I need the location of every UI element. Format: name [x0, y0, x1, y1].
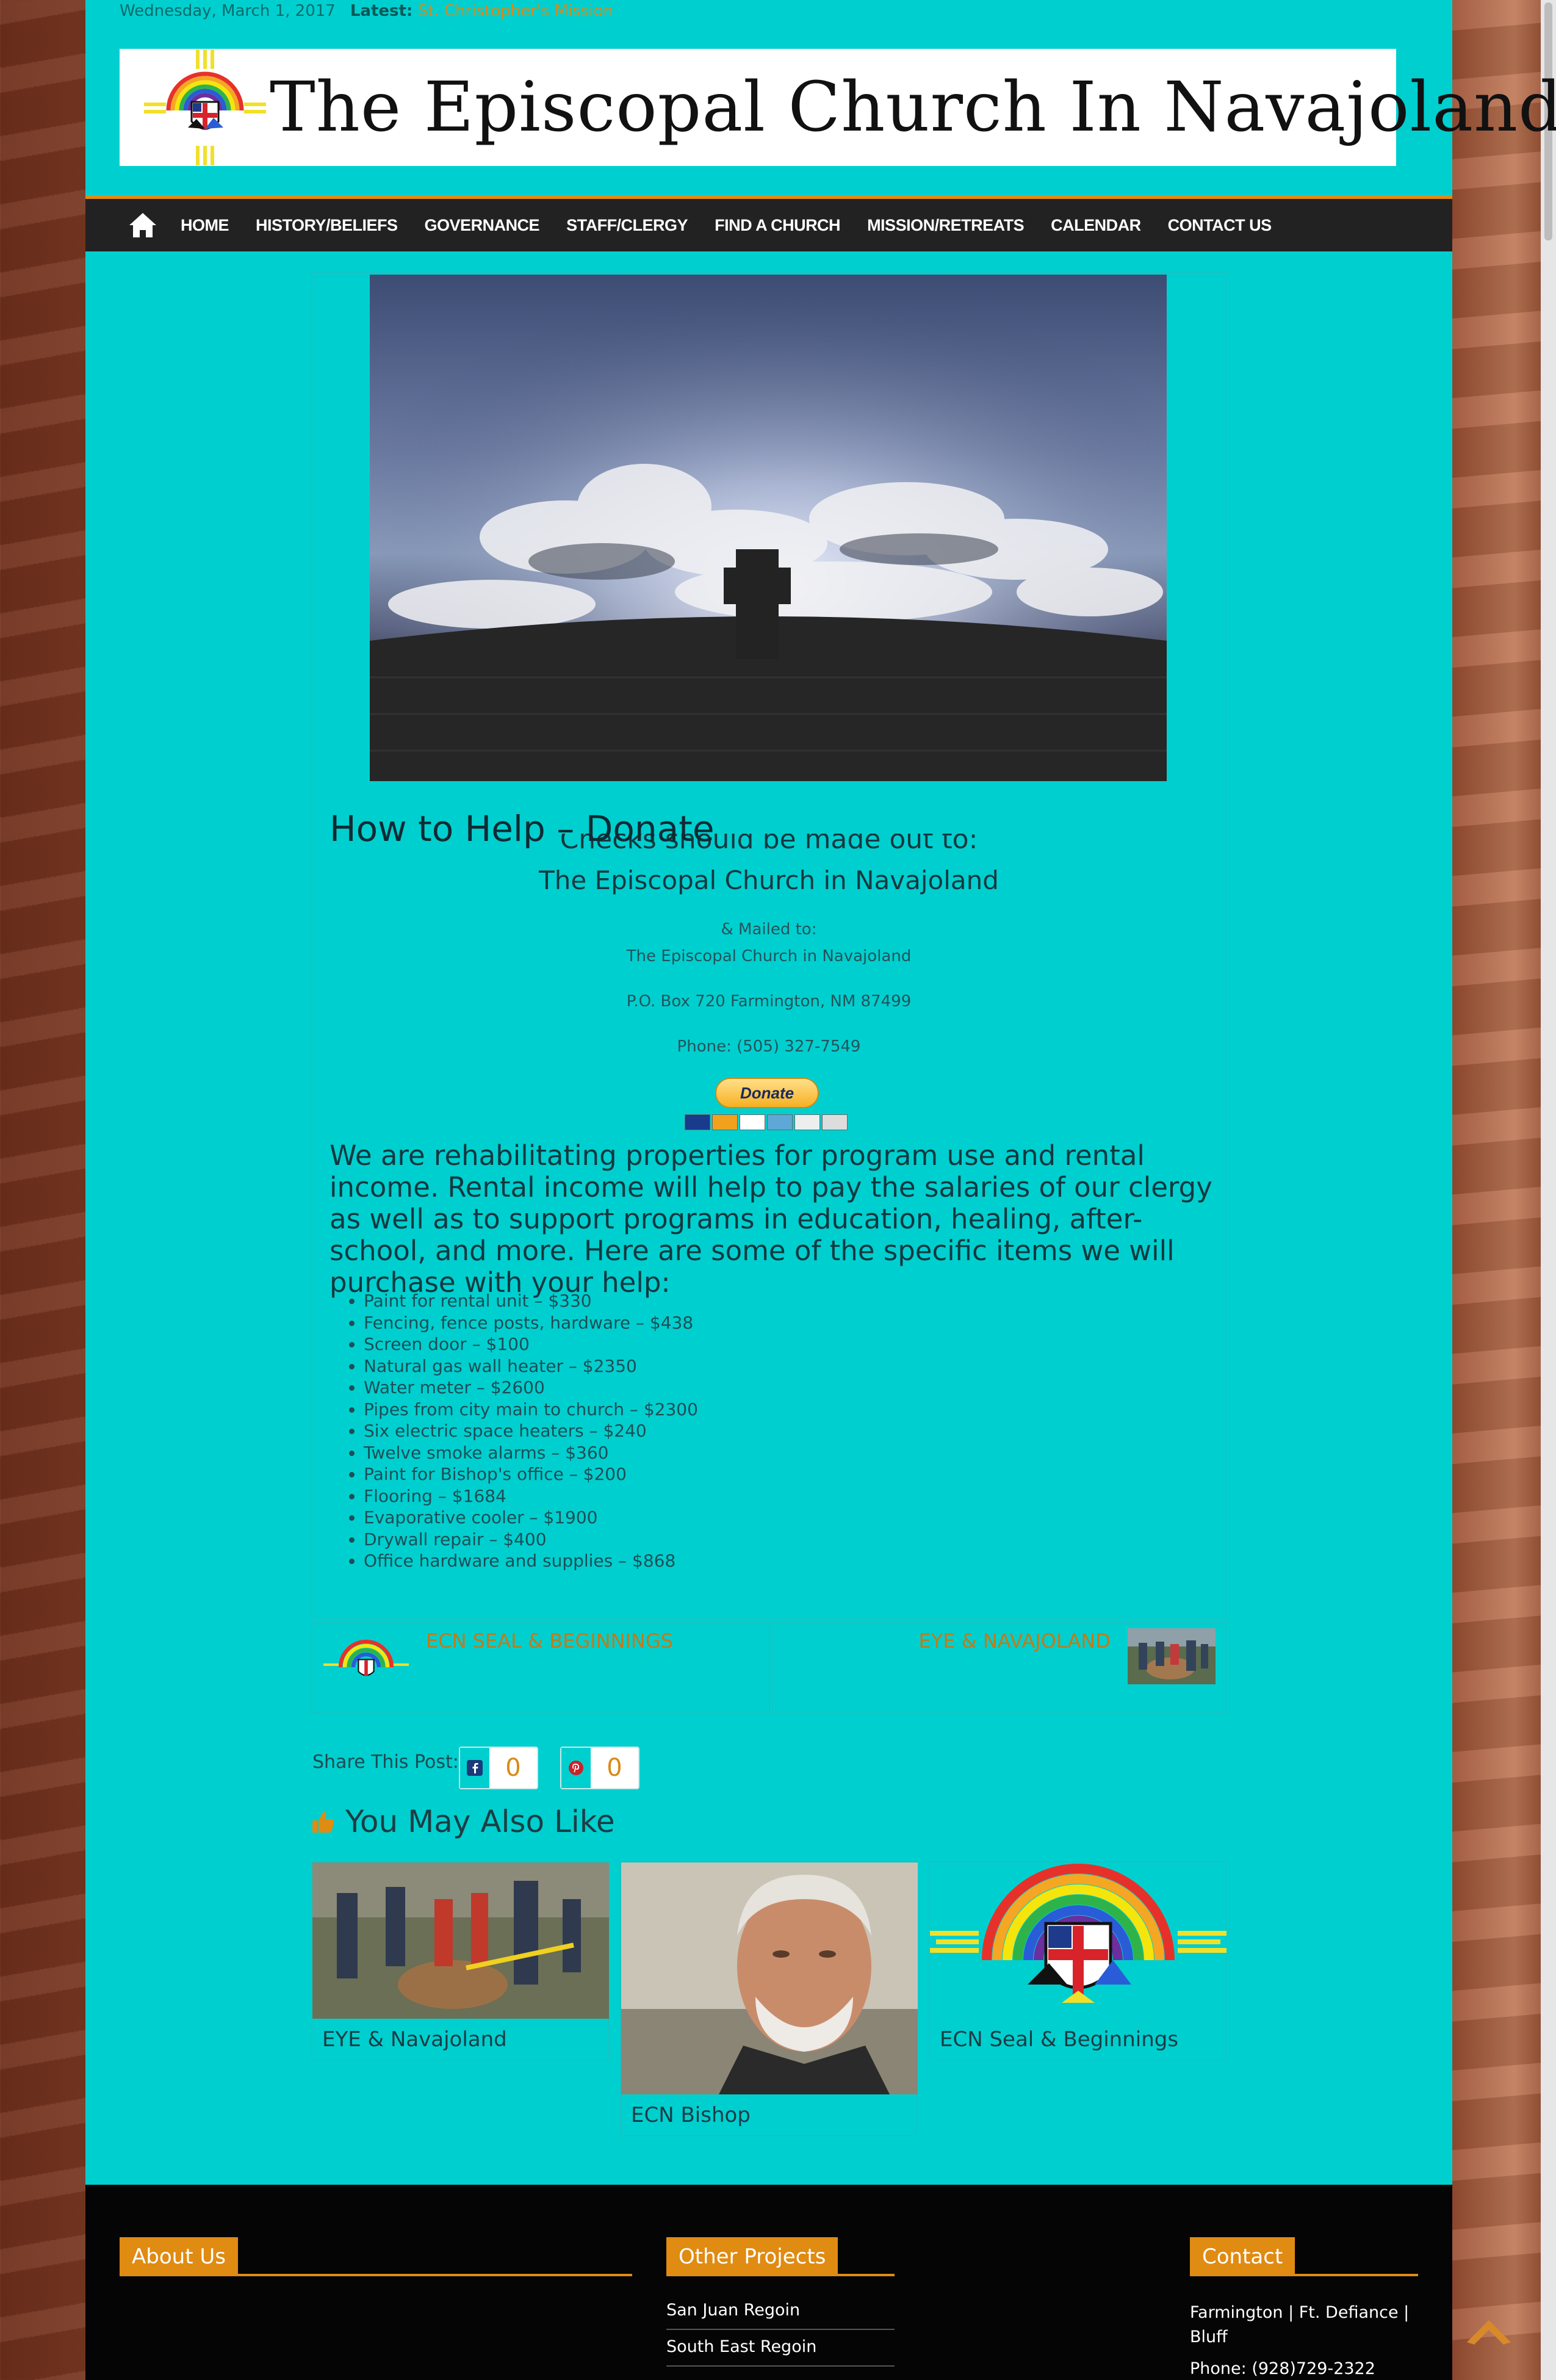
- scrollbar[interactable]: [1541, 0, 1556, 2380]
- list-item: Office hardware and supplies – $868: [364, 1550, 698, 1572]
- paypal-donate-button[interactable]: Donate: [715, 1078, 819, 1108]
- previous-post-title: ECN SEAL & BEGINNINGS: [426, 1629, 673, 1653]
- featured-image: [370, 275, 1167, 781]
- site-title: The Episcopal Church In Navajoland: [270, 68, 1556, 147]
- nav-mission-retreats[interactable]: MISSION/RETREATS: [867, 216, 1025, 235]
- footer-project-link[interactable]: San Juan Regoin: [666, 2301, 800, 2320]
- card-icon: [822, 1114, 848, 1130]
- related-post-title: EYE & Navajoland: [322, 2027, 507, 2052]
- nav-calendar[interactable]: CALENDAR: [1051, 216, 1141, 235]
- ecn-logo: [144, 49, 266, 165]
- list-item: Fencing, fence posts, hardware – $438: [364, 1312, 698, 1334]
- card-icon: [767, 1114, 793, 1130]
- list-item: Paint for rental unit – $330: [364, 1290, 698, 1312]
- donation-items-list: Paint for rental unit – $330 Fencing, fe…: [364, 1290, 698, 1572]
- related-post-image: [930, 1864, 1226, 2003]
- previous-post-link[interactable]: ECN SEAL & BEGINNINGS: [311, 1622, 770, 1714]
- pinterest-share-button[interactable]: 0: [560, 1747, 639, 1789]
- payment-cards: [685, 1114, 848, 1130]
- footer-projects-heading: Other Projects: [666, 2237, 838, 2275]
- nav-home[interactable]: HOME: [181, 216, 229, 235]
- home-icon[interactable]: [128, 212, 157, 239]
- list-item: Screen door – $100: [364, 1333, 698, 1355]
- share-label: Share This Post:: [312, 1751, 459, 1773]
- card-icon: [685, 1114, 710, 1130]
- related-post-card[interactable]: ECN Bishop: [620, 1861, 918, 2136]
- related-posts-heading: You May Also Like: [311, 1804, 615, 1839]
- facebook-share-button[interactable]: 0: [459, 1747, 538, 1789]
- nav-staff-clergy[interactable]: STAFF/CLERGY: [566, 216, 688, 235]
- ecn-seal-thumbnail: [323, 1639, 409, 1676]
- footer-contact-locations: Farmington | Ft. Defiance | Bluff: [1190, 2303, 1410, 2346]
- related-post-title: ECN Bishop: [631, 2103, 751, 2127]
- next-post-link[interactable]: EYE & NAVAJOLAND: [773, 1622, 1226, 1714]
- page-wrapper: Wednesday, March 1, 2017 Latest: St. Chr…: [85, 0, 1556, 2380]
- list-item: Water meter – $2600: [364, 1377, 698, 1399]
- card-icon: [794, 1114, 820, 1130]
- nav-governance[interactable]: GOVERNANCE: [425, 216, 540, 235]
- footer-divider: [666, 2274, 895, 2276]
- mailing-address: P.O. Box 720 Farmington, NM 87499: [626, 992, 912, 1011]
- top-bar: Wednesday, March 1, 2017 Latest: St. Chr…: [120, 0, 613, 22]
- pinterest-icon: [561, 1748, 591, 1788]
- related-post-image: [312, 1863, 609, 2019]
- post-title: How to Help – Donate: [330, 808, 715, 849]
- next-post-title: EYE & NAVAJOLAND: [918, 1629, 1111, 1653]
- donation-phone: Phone: (505) 327-7549: [677, 1037, 861, 1056]
- payee-name: The Episcopal Church in Navajoland: [539, 865, 999, 895]
- list-item: Six electric space heaters – $240: [364, 1420, 698, 1442]
- footer-divider: [666, 2329, 895, 2330]
- list-item: Paint for Bishop's office – $200: [364, 1463, 698, 1485]
- footer-divider: [1190, 2274, 1418, 2276]
- footer-project-link[interactable]: South East Regoin: [666, 2337, 816, 2356]
- card-icon: [740, 1114, 765, 1130]
- related-post-title: ECN Seal & Beginnings: [940, 2027, 1179, 2052]
- related-posts-heading-text: You May Also Like: [345, 1804, 615, 1839]
- mailed-to-label: & Mailed to:: [721, 920, 817, 939]
- list-item: Flooring – $1684: [364, 1485, 698, 1507]
- list-item: Natural gas wall heater – $2350: [364, 1355, 698, 1377]
- nav-history-beliefs[interactable]: HISTORY/BELIEFS: [256, 216, 398, 235]
- footer-contact-phone: Phone: (928)729-2322: [1190, 2359, 1375, 2378]
- footer-about-heading: About Us: [120, 2237, 238, 2275]
- list-item: Drywall repair – $400: [364, 1529, 698, 1551]
- list-item: Twelve smoke alarms – $360: [364, 1442, 698, 1464]
- related-post-card[interactable]: ECN Seal & Beginnings: [929, 1861, 1226, 2060]
- current-date: Wednesday, March 1, 2017: [120, 2, 336, 20]
- main-navigation: HOME HISTORY/BELIEFS GOVERNANCE STAFF/CL…: [85, 195, 1452, 251]
- mailing-name: The Episcopal Church in Navajoland: [626, 947, 912, 965]
- latest-post-link[interactable]: St. Christopher's Mission: [418, 2, 613, 20]
- footer-contact-heading: Contact: [1190, 2237, 1295, 2275]
- thumbs-up-icon: [312, 1812, 334, 1833]
- facebook-share-count: 0: [505, 1754, 521, 1782]
- latest-label: Latest:: [350, 2, 413, 20]
- list-item: Evaporative cooler – $1900: [364, 1507, 698, 1529]
- card-icon: [712, 1114, 738, 1130]
- related-post-image: [621, 1863, 918, 2094]
- back-to-top-icon[interactable]: [1464, 2315, 1513, 2346]
- nav-contact-us[interactable]: CONTACT US: [1168, 216, 1272, 235]
- list-item: Pipes from city main to church – $2300: [364, 1399, 698, 1421]
- footer-divider: [666, 2365, 895, 2367]
- nav-find-a-church[interactable]: FIND A CHURCH: [715, 216, 840, 235]
- donation-intro: We are rehabilitating properties for pro…: [330, 1139, 1212, 1299]
- pinterest-share-count: 0: [607, 1754, 622, 1782]
- related-post-card[interactable]: EYE & Navajoland: [311, 1861, 609, 2060]
- eye-navajoland-thumbnail: [1128, 1628, 1216, 1684]
- footer-divider: [120, 2274, 632, 2276]
- site-footer: About Us Other Projects San Juan Regoin …: [85, 2185, 1452, 2380]
- facebook-icon: [460, 1748, 489, 1788]
- site-banner[interactable]: The Episcopal Church In Navajoland: [120, 49, 1556, 166]
